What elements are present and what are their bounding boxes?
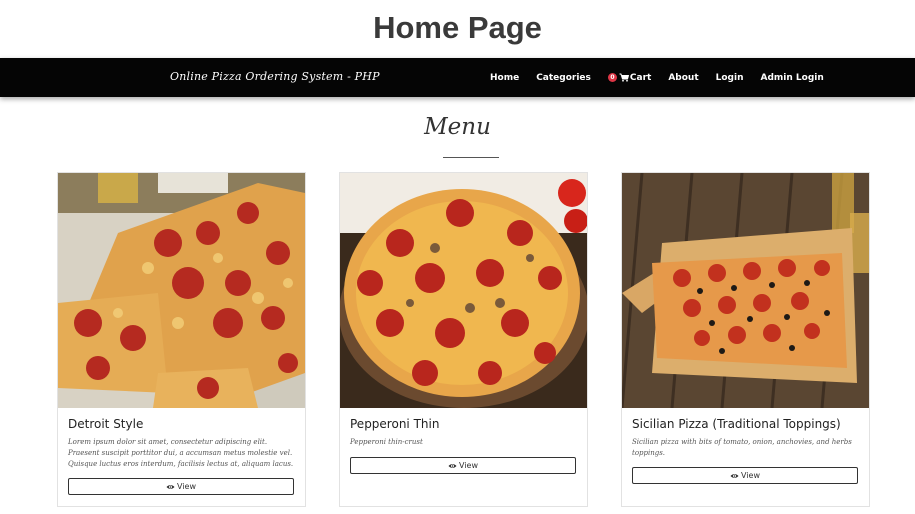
view-button-label: View xyxy=(459,461,478,470)
nav-home[interactable]: Home xyxy=(490,73,519,83)
card-description: Pepperoni thin-crust xyxy=(350,438,423,446)
card-title: Pepperoni Thin xyxy=(350,417,440,431)
card-title: Detroit Style xyxy=(68,417,144,431)
sicilian-pizza-image[interactable] xyxy=(622,173,869,408)
nav-login[interactable]: Login xyxy=(716,73,744,83)
menu-divider xyxy=(443,157,499,158)
pizza-card-sicilian: Sicilian Pizza (Traditional Toppings) Si… xyxy=(621,172,870,507)
view-button[interactable]: View xyxy=(632,467,858,484)
nav-categories[interactable]: Categories xyxy=(536,73,591,83)
eye-icon xyxy=(166,484,175,489)
pizza-card-detroit: Detroit Style Lorem ipsum dolor sit amet… xyxy=(57,172,306,507)
nav-cart[interactable]: 0 Cart xyxy=(607,72,652,83)
card-title: Sicilian Pizza (Traditional Toppings) xyxy=(632,417,841,431)
view-button[interactable]: View xyxy=(68,478,294,495)
nav-admin-login[interactable]: Admin Login xyxy=(761,73,824,83)
cart-count-badge: 0 xyxy=(607,73,617,82)
card-description: Lorem ipsum dolor sit amet, consectetur … xyxy=(68,438,294,468)
pepperoni-pizza-image[interactable] xyxy=(340,173,587,408)
cart-icon xyxy=(619,73,629,82)
page-heading: Home Page xyxy=(373,10,542,45)
view-button-label: View xyxy=(177,482,196,491)
card-description: Sicilian pizza with bits of tomato, onio… xyxy=(632,438,852,457)
nav-about[interactable]: About xyxy=(668,73,698,83)
pizza-card-pepperoni: Pepperoni Thin Pepperoni thin-crust View xyxy=(339,172,588,507)
eye-icon xyxy=(730,473,739,478)
navbar: Online Pizza Ordering System - PHP Home … xyxy=(0,58,915,97)
menu-title: Menu xyxy=(424,114,491,140)
eye-icon xyxy=(448,463,457,468)
nav-links: Home Categories 0 Cart About Login Admin… xyxy=(490,58,824,97)
nav-cart-label: Cart xyxy=(629,72,652,83)
view-button[interactable]: View xyxy=(350,457,576,474)
brand-link[interactable]: Online Pizza Ordering System - PHP xyxy=(170,70,380,83)
view-button-label: View xyxy=(741,471,760,480)
detroit-pizza-image[interactable] xyxy=(58,173,305,408)
